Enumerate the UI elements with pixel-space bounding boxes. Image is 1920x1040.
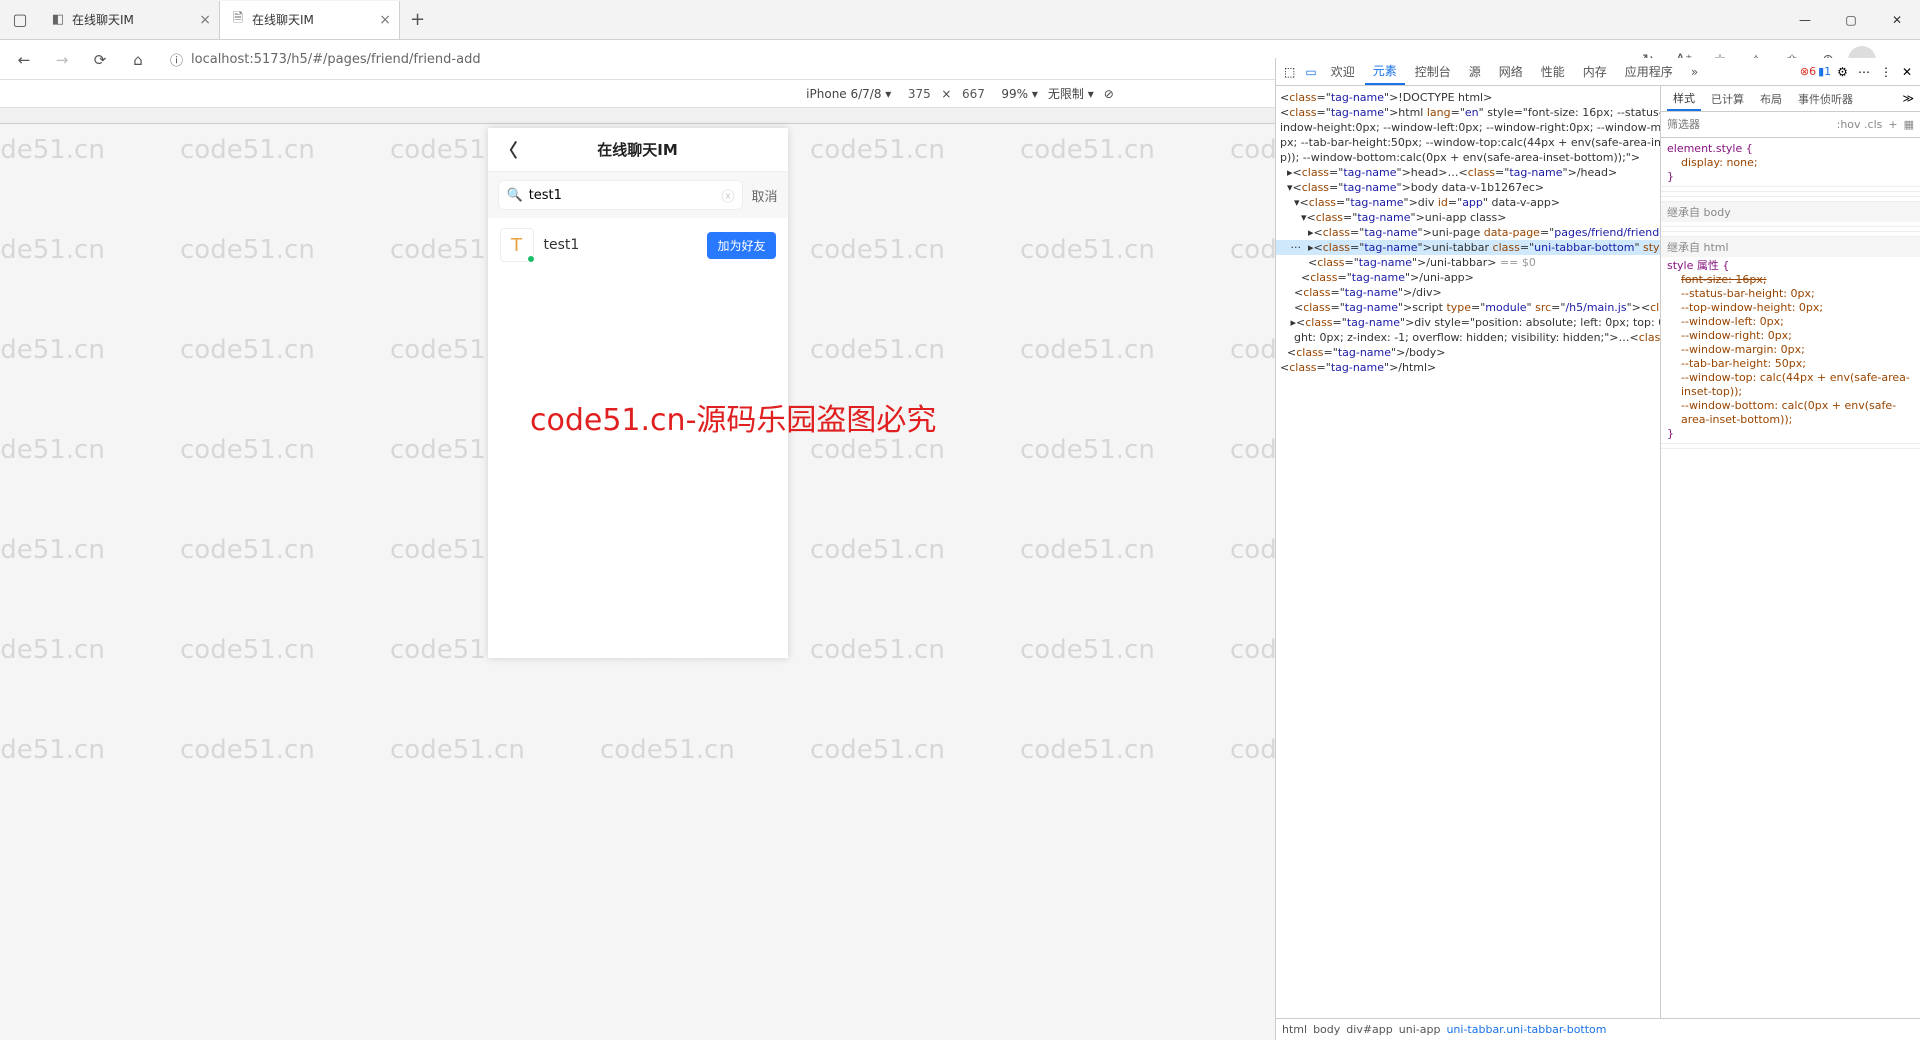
elements-tree[interactable]: <class="tag-name">!DOCTYPE html><class="… [1276, 86, 1661, 1018]
dock-icon[interactable]: ⋮ [1876, 65, 1896, 79]
tab-title: 在线聊天IM [72, 11, 134, 28]
mobile-frame: 〈 在线聊天IM 🔍 ⓧ 取消 T test1 加为好友 [488, 128, 788, 658]
app-header: 〈 在线聊天IM [488, 128, 788, 172]
close-icon[interactable]: × [199, 12, 211, 28]
devtools-panel: ⬚ ▭ 欢迎 元素 控制台 源 网络 性能 内存 应用程序 » ⊗6 ▮1 ⚙ … [1275, 58, 1920, 1040]
settings-icon[interactable]: ⚙ [1833, 65, 1852, 79]
close-icon[interactable]: × [379, 12, 391, 28]
st-tab-events[interactable]: 事件侦听器 [1792, 88, 1859, 110]
device-select[interactable]: iPhone 6/7/8 ▾ [806, 87, 891, 101]
tab-console[interactable]: 控制台 [1407, 59, 1459, 84]
tab-application[interactable]: 应用程序 [1617, 59, 1681, 84]
zoom-select[interactable]: 99% ▾ [1001, 87, 1038, 101]
url-text: localhost:5173/h5/#/pages/friend/friend-… [191, 52, 481, 67]
refresh-button[interactable]: ⟳ [84, 44, 116, 76]
tab-title: 在线聊天IM [252, 11, 314, 28]
new-tab-button[interactable]: + [400, 9, 435, 30]
tab-sources[interactable]: 源 [1461, 59, 1489, 84]
styles-body[interactable]: element.style {display: none;}</span><sp… [1661, 138, 1920, 1018]
search-input[interactable] [529, 188, 716, 203]
cancel-button[interactable]: 取消 [751, 186, 777, 205]
search-bar: 🔍 ⓧ 取消 [488, 172, 788, 218]
styles-filter-input[interactable] [1667, 118, 1831, 131]
tab-memory[interactable]: 内存 [1575, 59, 1615, 84]
home-button[interactable]: ⌂ [122, 44, 154, 76]
window-close[interactable]: ✕ [1874, 0, 1920, 40]
styles-filter-bar: :hov .cls + ▦ [1661, 112, 1920, 138]
online-dot [527, 255, 535, 263]
ruler [0, 108, 1275, 124]
styles-menu-icon[interactable]: ▦ [1904, 118, 1914, 131]
window-maximize[interactable]: ▢ [1828, 0, 1874, 40]
tab-network[interactable]: 网络 [1491, 59, 1531, 84]
viewport: 〈 在线聊天IM 🔍 ⓧ 取消 T test1 加为好友 [0, 108, 1275, 1040]
tab-welcome[interactable]: 欢迎 [1323, 59, 1363, 84]
throttle-select[interactable]: 无限制 ▾ [1048, 85, 1094, 102]
browser-tab-0[interactable]: ◧ 在线聊天IM × [40, 1, 220, 39]
back-icon[interactable]: 〈 [500, 137, 518, 163]
forward-button[interactable]: → [46, 44, 78, 76]
add-friend-button[interactable]: 加为好友 [707, 232, 775, 259]
breadcrumb[interactable]: html body div#app uni-app uni-tabbar.uni… [1276, 1018, 1920, 1040]
hov-cls[interactable]: :hov .cls [1837, 118, 1883, 131]
window-minimize[interactable]: — [1782, 0, 1828, 40]
error-badge[interactable]: ⊗6 [1800, 65, 1816, 78]
tab-performance[interactable]: 性能 [1533, 59, 1573, 84]
app-title: 在线聊天IM [597, 139, 678, 160]
styles-panel: 样式 已计算 布局 事件侦听器 ≫ :hov .cls + ▦ element.… [1661, 86, 1920, 1018]
favicon-icon: ◧ [50, 12, 66, 28]
back-button[interactable]: ← [8, 44, 40, 76]
close-devtools-icon[interactable]: ✕ [1898, 65, 1916, 79]
styles-tabs: 样式 已计算 布局 事件侦听器 ≫ [1661, 86, 1920, 112]
browser-tab-1[interactable]: 🗎 在线聊天IM × [220, 1, 400, 39]
inspect-icon[interactable]: ⬚ [1280, 65, 1299, 79]
watermark-big: code51.cn-源码乐园盗图必究 [530, 395, 936, 439]
st-tab-layout[interactable]: 布局 [1754, 88, 1788, 110]
clear-icon[interactable]: ⓧ [721, 186, 734, 205]
st-tab-styles[interactable]: 样式 [1667, 87, 1701, 111]
search-icon: 🔍 [507, 188, 523, 203]
feedback-icon[interactable]: ⋯ [1854, 65, 1874, 79]
add-rule-icon[interactable]: + [1888, 118, 1897, 131]
favicon-icon: 🗎 [230, 12, 246, 28]
tab-elements[interactable]: 元素 [1365, 58, 1405, 85]
devtools-tabs: ⬚ ▭ 欢迎 元素 控制台 源 网络 性能 内存 应用程序 » ⊗6 ▮1 ⚙ … [1276, 58, 1920, 86]
st-tab-computed[interactable]: 已计算 [1705, 88, 1750, 110]
styles-more-icon[interactable]: ≫ [1902, 92, 1914, 105]
search-box[interactable]: 🔍 ⓧ [498, 180, 744, 210]
tab-more[interactable]: » [1683, 61, 1706, 83]
search-result-item[interactable]: T test1 加为好友 [488, 218, 788, 272]
info-icon[interactable]: ⓘ [170, 50, 183, 69]
height-input[interactable] [955, 87, 991, 101]
device-toggle-icon[interactable]: ▭ [1301, 65, 1320, 79]
msg-badge[interactable]: ▮1 [1818, 65, 1831, 78]
user-avatar: T [500, 228, 534, 262]
window-titlebar: ▢ ◧ 在线聊天IM × 🗎 在线聊天IM × + — ▢ ✕ [0, 0, 1920, 40]
tab-actions-icon[interactable]: ▢ [0, 10, 40, 29]
user-name: test1 [544, 237, 580, 253]
no-throttle-icon[interactable]: ⊘ [1104, 87, 1114, 101]
width-input[interactable] [901, 87, 937, 101]
